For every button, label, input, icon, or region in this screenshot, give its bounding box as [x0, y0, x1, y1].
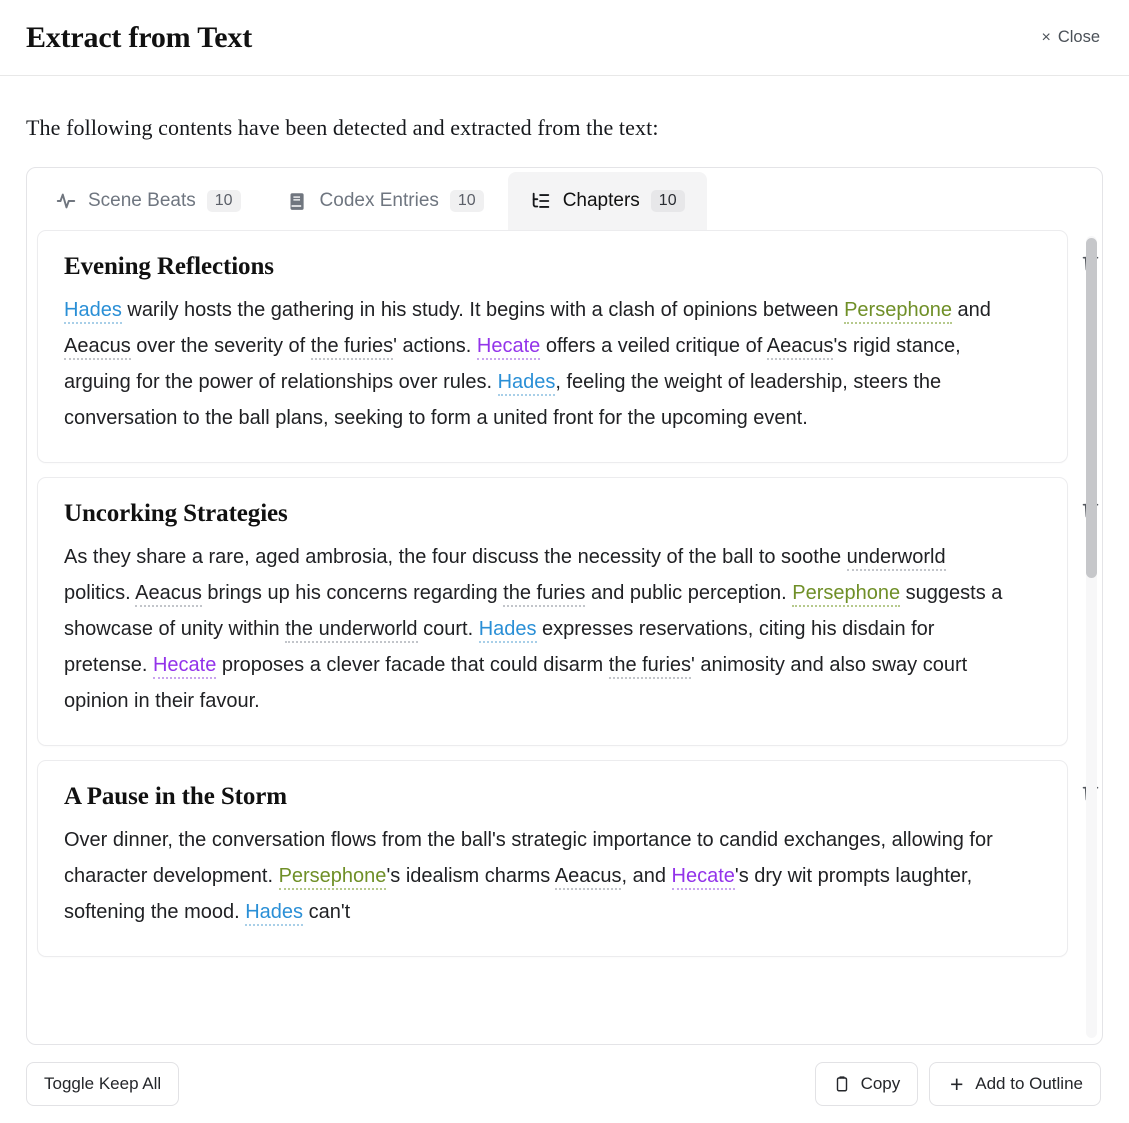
book-icon [287, 190, 309, 212]
modal-body: The following contents have been detecte… [0, 76, 1129, 1045]
extraction-panel: Scene Beats 10 Codex Entries 10 Chapters… [26, 167, 1103, 1045]
entity-mention-hecate[interactable]: Hecate [476, 335, 541, 360]
entity-mention-hades[interactable]: Hades [497, 371, 556, 396]
extract-from-text-modal: Extract from Text × Close The following … [0, 0, 1129, 1123]
entity-mention-plain[interactable]: the furies [310, 335, 394, 360]
chapter-card-title: A Pause in the Storm [64, 783, 288, 810]
chapter-card-title: Uncorking Strategies [64, 500, 288, 527]
list-tree-icon [530, 190, 552, 212]
plus-icon: + [950, 1070, 964, 1097]
tab-bar: Scene Beats 10 Codex Entries 10 Chapters… [27, 168, 1102, 234]
copy-label: Copy [860, 1074, 901, 1093]
plain-text: , and [621, 865, 672, 887]
plain-text: proposes a clever facade that could disa… [216, 654, 609, 676]
tab-label: Scene Beats [88, 190, 196, 211]
entity-mention-plain[interactable]: the furies [608, 654, 692, 679]
entity-mention-plain[interactable]: underworld [846, 546, 946, 571]
entity-mention-perseph[interactable]: Persephone [792, 582, 901, 607]
plain-text: court. [417, 618, 479, 640]
activity-pulse-icon [55, 190, 77, 212]
close-icon: × [1041, 28, 1051, 46]
plain-text: brings up his concerns regarding [201, 582, 504, 604]
plain-text: 's idealism charms [386, 865, 555, 887]
entity-mention-plain[interactable]: Aeacus [135, 582, 202, 607]
add-to-outline-label: Add to Outline [975, 1074, 1083, 1093]
entity-mention-hades[interactable]: Hades [245, 901, 304, 926]
close-button-label: Close [1057, 28, 1100, 46]
plain-text: and [951, 299, 991, 321]
chapter-card-text: Over dinner, the conversation flows from… [64, 822, 1009, 930]
entity-mention-perseph[interactable]: Persephone [844, 299, 952, 324]
plain-text: politics. [64, 582, 136, 604]
entity-mention-plain[interactable]: the furies [503, 582, 586, 607]
entity-mention-plain[interactable]: Aeacus [64, 335, 131, 360]
plain-text: can't [303, 901, 351, 923]
modal-footer: Toggle Keep All Copy + Add to Outline [0, 1045, 1129, 1123]
tab-chapters[interactable]: Chapters 10 [507, 172, 707, 234]
entity-mention-hades[interactable]: Hades [64, 299, 122, 324]
chapters-scroll-area[interactable]: Evening Reflections Hades warily hosts th… [27, 230, 1102, 1044]
add-to-outline-button[interactable]: + Add to Outline [929, 1062, 1101, 1106]
scrollbar-thumb[interactable] [1086, 238, 1097, 578]
plain-text: ' actions. [393, 335, 477, 357]
entity-mention-hecate[interactable]: Hecate [152, 654, 217, 679]
tab-count-badge: 10 [650, 190, 685, 212]
plain-text: over the severity of [130, 335, 311, 357]
plain-text: offers a veiled critique of [540, 335, 767, 357]
toggle-keep-all-label: Toggle Keep All [44, 1074, 162, 1093]
tab-label: Codex Entries [319, 190, 439, 211]
clipboard-icon [833, 1075, 852, 1094]
entity-mention-plain[interactable]: Aeacus [554, 865, 622, 890]
close-button[interactable]: × Close [1039, 24, 1102, 51]
modal-header: Extract from Text × Close [0, 0, 1129, 76]
entity-mention-hades[interactable]: Hades [478, 618, 537, 643]
chapter-card: Uncorking Strategies As they share a rare… [37, 477, 1098, 746]
plain-text: and public perception. [585, 582, 793, 604]
plain-text: warily hosts the gathering in his study.… [121, 299, 845, 321]
footer-actions: Copy + Add to Outline [814, 1062, 1101, 1106]
entity-mention-plain[interactable]: Aeacus [766, 335, 834, 360]
chapter-card-text: As they share a rare, aged ambrosia, the… [64, 539, 1009, 719]
chapter-card-title: Evening Reflections [64, 253, 274, 280]
copy-button[interactable]: Copy [814, 1062, 919, 1106]
tab-scene-beats[interactable]: Scene Beats 10 [33, 172, 263, 230]
tab-count-badge: 10 [206, 190, 241, 212]
tab-count-badge: 10 [449, 190, 484, 212]
tab-codex-entries[interactable]: Codex Entries 10 [265, 172, 506, 230]
chapter-card: A Pause in the Storm Over dinner, the con… [37, 760, 1098, 957]
entity-mention-perseph[interactable]: Persephone [278, 865, 387, 890]
chapter-card: Evening Reflections Hades warily hosts th… [37, 230, 1098, 463]
plain-text: As they share a rare, aged ambrosia, the… [64, 546, 847, 568]
entity-mention-hecate[interactable]: Hecate [671, 865, 735, 890]
toggle-keep-all-button[interactable]: Toggle Keep All [26, 1062, 180, 1106]
tab-label: Chapters [562, 190, 640, 211]
scrollbar-track[interactable] [1086, 236, 1097, 1038]
chapter-card-list: Evening Reflections Hades warily hosts th… [37, 230, 1098, 967]
entity-mention-plain[interactable]: the underworld [285, 618, 418, 643]
chapter-card-text: Hades warily hosts the gathering in his … [64, 292, 1009, 436]
intro-description: The following contents have been detecte… [26, 115, 659, 140]
page-title: Extract from Text [26, 20, 252, 54]
